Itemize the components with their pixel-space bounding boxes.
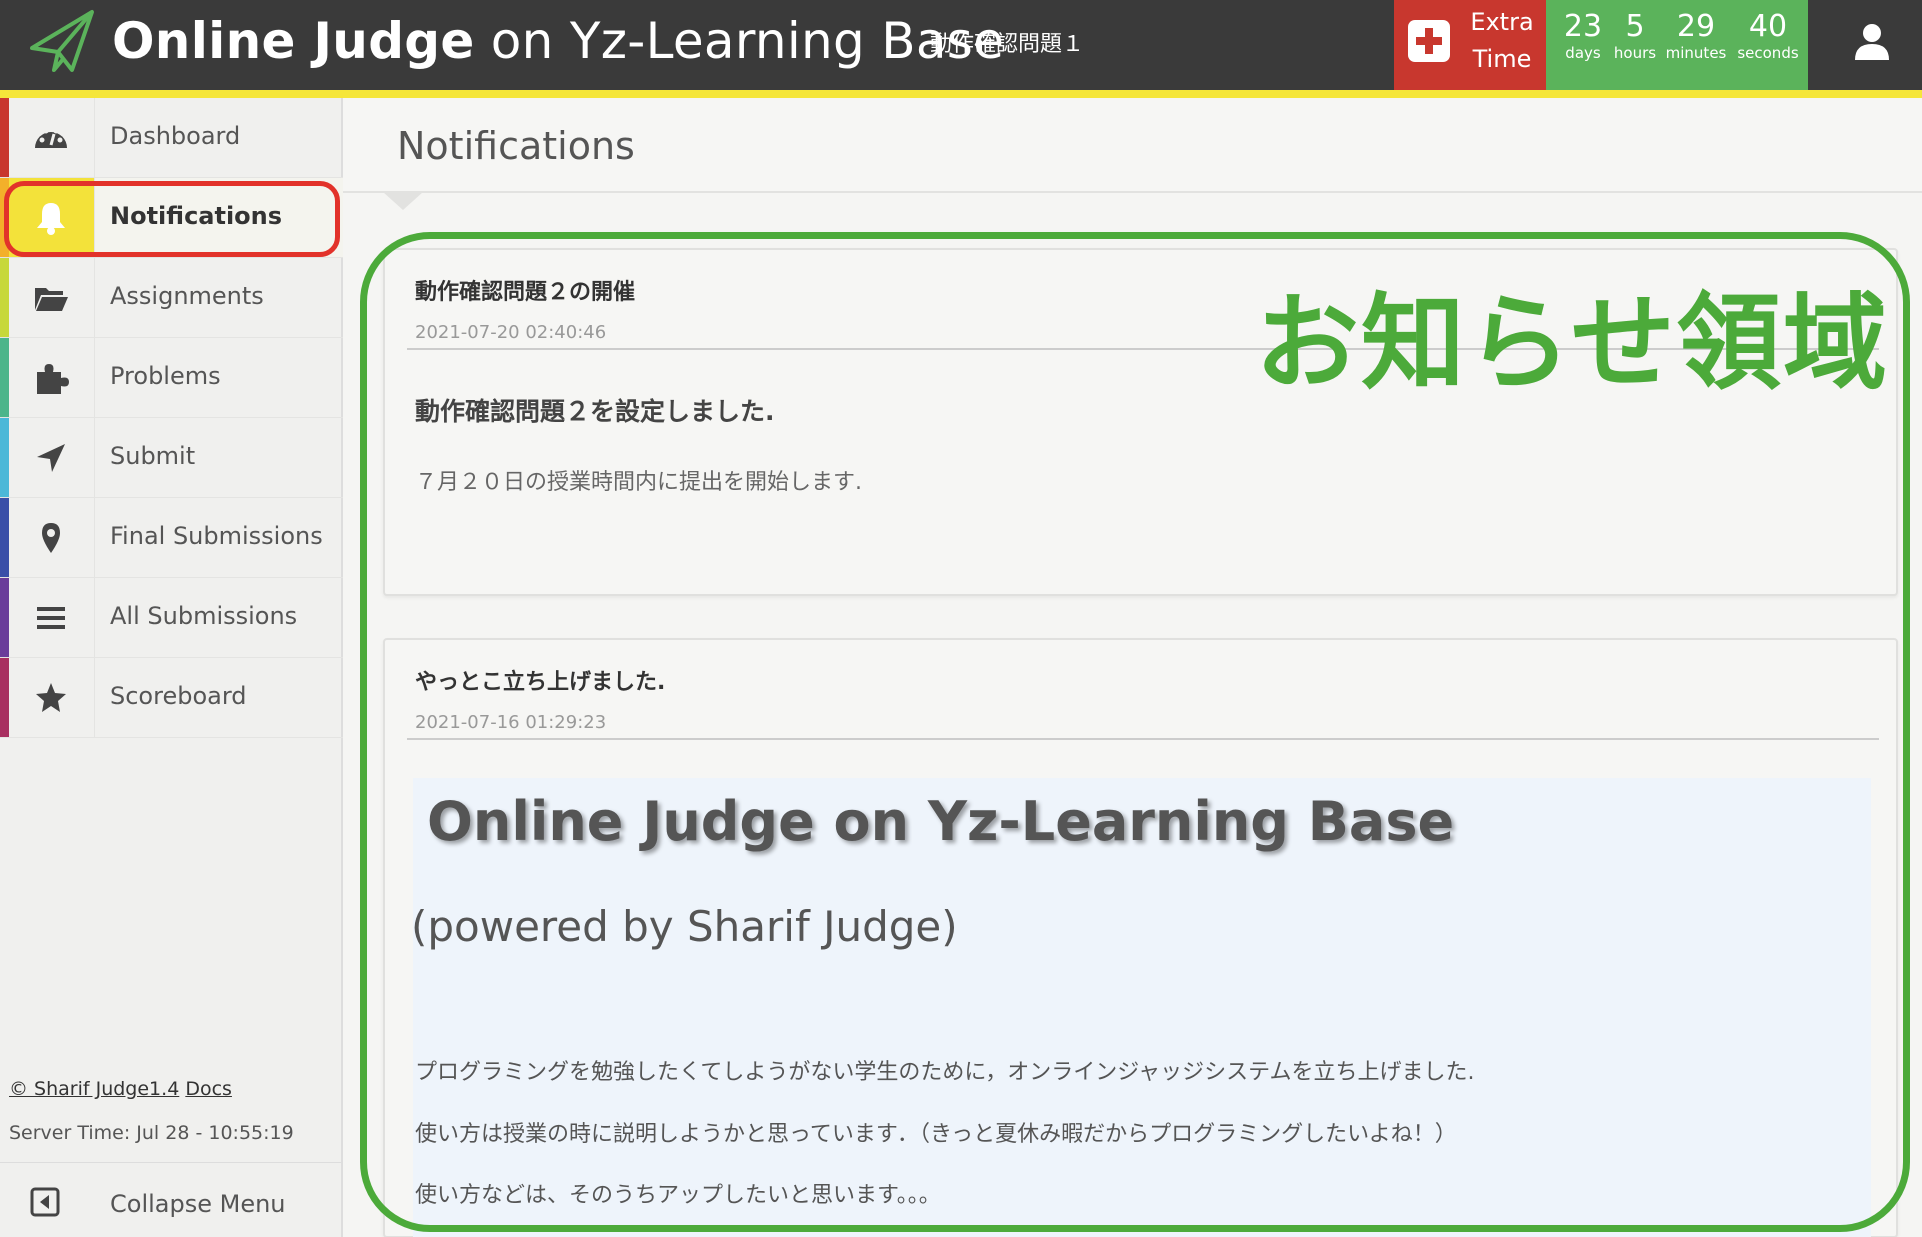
extra-time-button[interactable]: Extra Time bbox=[1394, 0, 1546, 90]
sidebar-item-submit[interactable]: Submit bbox=[0, 418, 343, 498]
sidebar-item-problems[interactable]: Problems bbox=[0, 338, 343, 418]
top-navbar: Online Judge on Yz-Learning Base 動作確認問題１… bbox=[0, 0, 1922, 90]
countdown-minutes: 29 minutes bbox=[1665, 9, 1727, 63]
send-icon bbox=[37, 444, 65, 472]
star-icon bbox=[36, 683, 66, 712]
list-icon bbox=[37, 607, 65, 629]
sidebar-item-label: Problems bbox=[110, 362, 221, 390]
collapse-menu-label: Collapse Menu bbox=[110, 1190, 286, 1218]
sidebar-item-label: Assignments bbox=[110, 282, 264, 310]
sidebar-item-final-submissions[interactable]: Final Submissions bbox=[0, 498, 343, 578]
page-header: Notifications bbox=[343, 98, 1922, 193]
sidebar-item-assignments[interactable]: Assignments bbox=[0, 258, 343, 338]
page-title: Notifications bbox=[397, 124, 635, 168]
sidebar-item-label: Dashboard bbox=[110, 122, 241, 150]
notifications-highlight-outline bbox=[4, 181, 340, 257]
sidebar-footer: © Sharif Judge1.4 Docs bbox=[9, 1078, 232, 1100]
countdown-days: 23 days bbox=[1563, 9, 1603, 63]
user-icon[interactable] bbox=[1852, 22, 1892, 62]
sharif-judge-link[interactable]: © Sharif Judge1.4 bbox=[9, 1078, 179, 1100]
sidebar-item-label: All Submissions bbox=[110, 602, 298, 630]
brand-title[interactable]: Online Judge on Yz-Learning Base bbox=[112, 12, 1004, 70]
header-accent-stripe bbox=[0, 90, 1922, 98]
docs-link[interactable]: Docs bbox=[185, 1078, 232, 1100]
sidebar-item-label: Scoreboard bbox=[110, 682, 247, 710]
header-caret bbox=[383, 192, 423, 210]
server-time: Server Time: Jul 28 - 10:55:19 bbox=[9, 1122, 294, 1144]
sidebar-item-dashboard[interactable]: Dashboard bbox=[0, 98, 343, 178]
extra-time-label-2: Time bbox=[1472, 45, 1532, 73]
collapse-left-icon bbox=[30, 1187, 60, 1217]
countdown-seconds: 40 seconds bbox=[1737, 9, 1799, 63]
notification-area-label: お知らせ領域 bbox=[1255, 282, 1889, 404]
paper-plane-logo-icon[interactable] bbox=[28, 8, 96, 74]
collapse-menu-button[interactable]: Collapse Menu bbox=[0, 1162, 343, 1237]
puzzle-icon bbox=[37, 364, 69, 394]
sidebar-item-scoreboard[interactable]: Scoreboard bbox=[0, 658, 343, 738]
selected-assignment[interactable]: 動作確認問題１ bbox=[930, 26, 1084, 58]
sidebar: Dashboard Notifications Assignments Prob… bbox=[0, 98, 343, 1237]
folder-open-icon bbox=[35, 288, 68, 311]
plus-square-icon bbox=[1408, 20, 1450, 62]
extra-time-label-1: Extra bbox=[1470, 8, 1534, 36]
sidebar-item-label: Submit bbox=[110, 442, 196, 470]
dashboard-icon bbox=[35, 128, 67, 148]
sidebar-item-all-submissions[interactable]: All Submissions bbox=[0, 578, 343, 658]
countdown-timer: 23 days 5 hours 29 minutes 40 seconds bbox=[1546, 0, 1808, 90]
countdown-hours: 5 hours bbox=[1613, 9, 1657, 63]
map-marker-icon bbox=[42, 523, 60, 553]
sidebar-item-label: Final Submissions bbox=[110, 522, 323, 550]
